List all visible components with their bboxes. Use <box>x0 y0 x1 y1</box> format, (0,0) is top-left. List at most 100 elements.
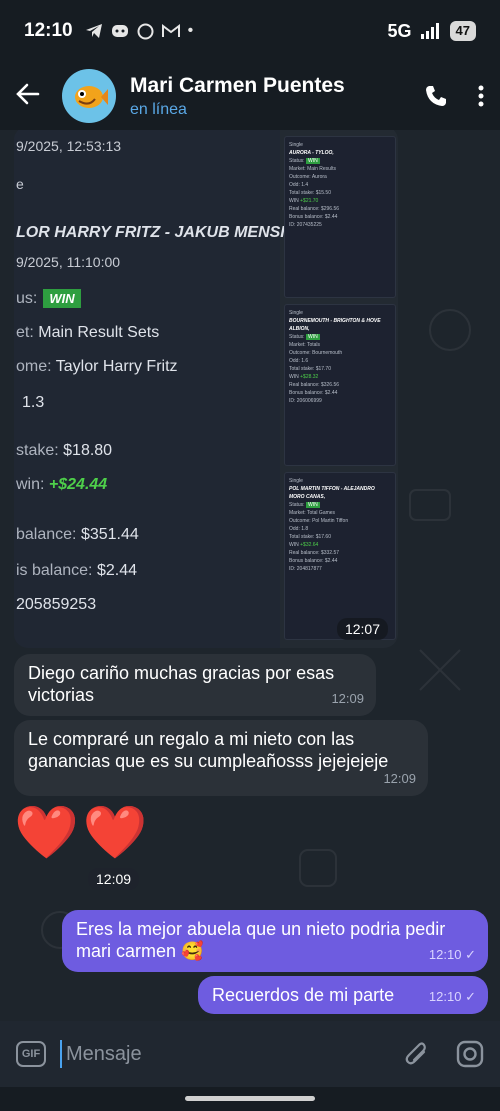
phone-icon[interactable] <box>424 84 448 108</box>
message-bubble-outgoing[interactable]: Eres la mejor abuela que un nieto podria… <box>62 910 488 972</box>
home-gesture-bar[interactable] <box>185 1096 315 1101</box>
read-check-icon: ✓ <box>465 989 476 1004</box>
status-bar: 12:10 • 5G 47 <box>0 0 500 62</box>
ticket-card: Single BOURNEMOUTH - BRIGHTON & HOVE ALB… <box>284 304 396 466</box>
ticket-label: Total stake: <box>289 534 315 540</box>
ticket-type: Single <box>289 142 303 148</box>
ticket-value: +$32.64 <box>300 542 319 548</box>
screenshot-message[interactable]: 9/2025, 12:53:13 e LOR HARRY FRITZ - JAK… <box>14 130 398 648</box>
message-text: Recuerdos de mi parte <box>212 985 395 1005</box>
message-bubble-outgoing[interactable]: Recuerdos de mi parte 12:10 ✓ <box>198 976 488 1014</box>
outcome-value: Taylor Harry Fritz <box>55 358 178 375</box>
market-label: et: <box>16 324 34 341</box>
bonus-label: is balance: <box>16 562 93 579</box>
win-label: win: <box>16 476 45 493</box>
balance-label: balance: <box>16 526 77 543</box>
ticket-label: Market: <box>289 166 306 172</box>
ticket-value: 1.8 <box>301 526 309 532</box>
message-time-status: 12:10 ✓ <box>429 986 476 1008</box>
telegram-icon <box>85 24 102 38</box>
ticket-value: +$21.70 <box>300 198 319 204</box>
ticket-label: Odd: <box>289 182 300 188</box>
paperclip-icon[interactable] <box>404 1041 430 1067</box>
ticket-label: Odd: <box>289 358 300 364</box>
ticket-value: $2.44 <box>324 390 338 396</box>
ticket-value: Bournemouth <box>312 350 343 356</box>
status-time: 12:10 <box>24 20 73 41</box>
chat-title: Mari Carmen Puentes <box>130 73 345 97</box>
message-input[interactable]: Mensaje <box>60 1040 404 1068</box>
ticket-title: POL MARTIN TIFFON - ALEJANDRO MORO CANAS… <box>289 486 375 500</box>
bonus-value: $2.44 <box>96 562 137 579</box>
ticket-value: $332.57 <box>320 550 340 556</box>
message-bubble-incoming[interactable]: Le compraré un regalo a mi nieto con las… <box>14 720 428 796</box>
network-type: 5G <box>387 20 412 41</box>
ticket-value: Totals <box>306 342 321 348</box>
ticket-value: 207435225 <box>296 222 322 228</box>
message-time: 12:10 <box>428 989 462 1004</box>
gif-button[interactable]: GIF <box>16 1041 46 1067</box>
bet-match: LOR HARRY FRITZ - JAKUB MENSIK, <box>16 224 301 241</box>
ticket-value: $326.56 <box>320 382 340 388</box>
market-value: Main Result Sets <box>38 324 160 341</box>
ticket-value: Main Results <box>307 166 336 172</box>
ticket-label: Bonus balance: <box>289 390 324 396</box>
ticket-label: WIN <box>289 542 299 548</box>
message-time: 12:07 <box>336 618 388 640</box>
ticket-label: ID: <box>289 398 296 404</box>
ticket-win-badge: WIN <box>305 334 320 340</box>
ticket-label: Outcome: <box>289 518 311 524</box>
ticket-win-badge: WIN <box>305 158 320 164</box>
ticket-value: Pol Martin Tiffon <box>312 518 349 524</box>
message-composer: GIF Mensaje <box>0 1021 500 1087</box>
chat-area[interactable]: 9/2025, 12:53:13 e LOR HARRY FRITZ - JAK… <box>0 130 500 1021</box>
message-text: Diego cariño muchas gracias por esas vic… <box>28 663 335 705</box>
ticket-card: Single POL MARTIN TIFFON - ALEJANDRO MOR… <box>284 472 396 640</box>
ticket-label: WIN <box>289 374 299 380</box>
ticket-win-badge: WIN <box>305 502 320 508</box>
more-dot-icon: • <box>187 22 194 39</box>
ticket-type: Single <box>289 310 303 316</box>
ticket-value: 1.4 <box>301 182 309 188</box>
ticket-label: Total stake: <box>289 366 315 372</box>
system-nav-bar <box>0 1087 500 1111</box>
ticket-label: Bonus balance: <box>289 214 324 220</box>
ticket-value: Aurora <box>311 174 327 180</box>
ticket-value: $15.50 <box>315 190 331 196</box>
ticket-label: Real balance: <box>289 550 320 556</box>
online-status: en línea <box>130 100 187 118</box>
battery-indicator: 47 <box>449 21 476 41</box>
ticket-title: AURORA - TYLOO, <box>289 150 334 156</box>
avatar[interactable] <box>62 69 116 123</box>
ticket-title: BOURNEMOUTH - BRIGHTON & HOVE ALBION, <box>289 318 381 332</box>
message-time: 12:09 <box>383 771 416 786</box>
balance-value: $351.44 <box>80 526 139 543</box>
ticket-label: ID: <box>289 566 296 572</box>
ticket-label: Market: <box>289 342 306 348</box>
ticket-label: Bonus balance: <box>289 558 324 564</box>
ticket-value: $2.44 <box>324 214 338 220</box>
camera-icon[interactable] <box>456 1040 484 1068</box>
ticket-label: Total stake: <box>289 190 315 196</box>
message-time: 12:09 <box>331 691 364 706</box>
chat-info[interactable]: Mari Carmen Puentes en línea <box>130 74 345 119</box>
whatsapp-icon <box>137 23 154 39</box>
bet-type: e <box>16 176 24 192</box>
outcome-label: ome: <box>16 358 52 375</box>
ticket-value: 204817877 <box>296 566 322 572</box>
hearts-emoji-message[interactable]: ❤️❤️ <box>14 802 152 863</box>
ticket-label: Status: <box>289 158 305 164</box>
back-arrow-icon[interactable] <box>16 81 52 112</box>
ticket-value: $296.56 <box>320 206 340 212</box>
ticket-label: Outcome: <box>289 174 311 180</box>
ticket-label: Outcome: <box>289 350 311 356</box>
ticket-label: Status: <box>289 502 305 508</box>
message-bubble-incoming[interactable]: Diego cariño muchas gracias por esas vic… <box>14 654 376 716</box>
more-vertical-icon[interactable] <box>478 85 484 107</box>
bet-slip-image: 9/2025, 12:53:13 e LOR HARRY FRITZ - JAK… <box>14 130 301 648</box>
stake-label: stake: <box>16 442 59 459</box>
discord-icon <box>111 25 128 37</box>
odd-value: 1.3 <box>22 394 45 411</box>
stake-value: $18.80 <box>63 442 113 459</box>
bet-tickets: Single AURORA - TYLOO, Status: WIN Marke… <box>284 130 398 648</box>
